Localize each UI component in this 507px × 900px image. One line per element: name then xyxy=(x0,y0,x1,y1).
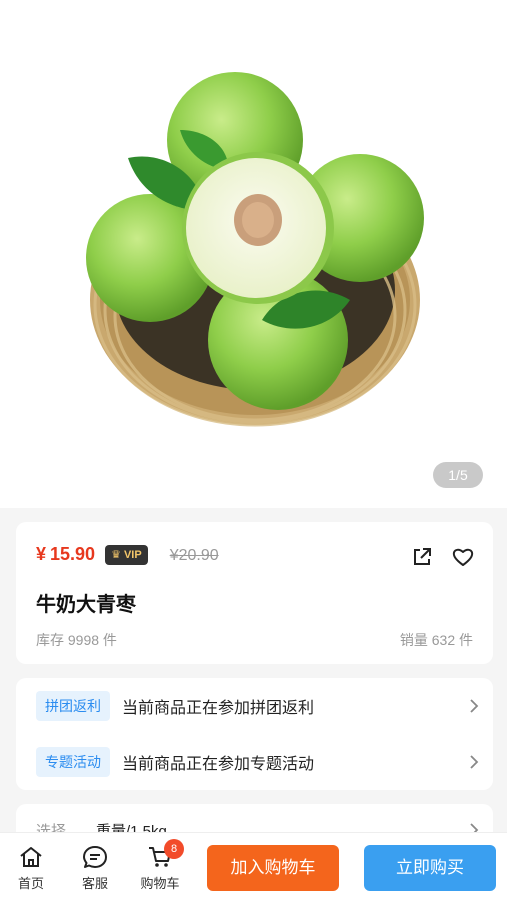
fruit-basket-photo xyxy=(86,72,424,427)
promo-text: 当前商品正在参加拼团返利 xyxy=(122,700,315,717)
nav-home[interactable]: 首页 xyxy=(3,845,59,892)
price-integer: 15 xyxy=(50,544,71,564)
favorite-button[interactable] xyxy=(451,545,475,569)
chevron-right-icon xyxy=(470,699,479,713)
vip-label: VIP xyxy=(123,548,142,561)
vip-badge: ♛ VIP xyxy=(105,544,148,565)
bottom-action-bar: 首页 客服 8 购物车 加入购物车 立即购买 xyxy=(0,832,507,900)
promo-tag: 拼团返利 xyxy=(36,691,110,721)
cart-badge: 8 xyxy=(164,839,184,859)
buy-now-button[interactable]: 立即购买 xyxy=(364,845,496,891)
nav-service-label: 客服 xyxy=(81,876,108,891)
chevron-right-icon xyxy=(470,755,479,769)
price-card: ¥ 15 .90 ♛ VIP ¥20.90 牛奶大青枣 库存 9998 件 销量… xyxy=(16,522,493,664)
promotions-card: 拼团返利 当前商品正在参加拼团返利 专题活动 当前商品正在参加专题活动 xyxy=(16,678,493,790)
sales-count: 销量 632 件 xyxy=(399,632,473,648)
promo-row-special-event[interactable]: 专题活动 当前商品正在参加专题活动 xyxy=(36,747,479,777)
price-row: ¥ 15 .90 ♛ VIP ¥20.90 xyxy=(36,544,219,567)
heart-icon xyxy=(452,548,474,566)
crown-icon: ♛ xyxy=(111,549,121,561)
nav-cart-label: 购物车 xyxy=(140,876,180,891)
original-price: ¥20.90 xyxy=(169,547,219,564)
stock-count: 库存 9998 件 xyxy=(36,632,117,648)
nav-home-label: 首页 xyxy=(17,876,44,891)
product-title: 牛奶大青枣 xyxy=(36,594,136,616)
price-decimal: .90 xyxy=(70,544,96,564)
add-to-cart-button[interactable]: 加入购物车 xyxy=(207,845,339,891)
product-image-gallery[interactable]: 1/5 xyxy=(0,0,507,508)
nav-cart[interactable]: 8 购物车 xyxy=(132,839,188,892)
share-icon xyxy=(414,548,431,565)
share-button[interactable] xyxy=(411,546,433,568)
promo-row-group-rebate[interactable]: 拼团返利 当前商品正在参加拼团返利 xyxy=(36,691,479,721)
promo-text: 当前商品正在参加专题活动 xyxy=(122,756,315,773)
image-pager: 1/5 xyxy=(433,462,483,488)
home-icon xyxy=(20,847,42,867)
promo-tag: 专题活动 xyxy=(36,747,110,777)
currency-symbol: ¥ xyxy=(36,544,47,564)
nav-service[interactable]: 客服 xyxy=(67,845,123,892)
chat-icon xyxy=(83,846,107,868)
